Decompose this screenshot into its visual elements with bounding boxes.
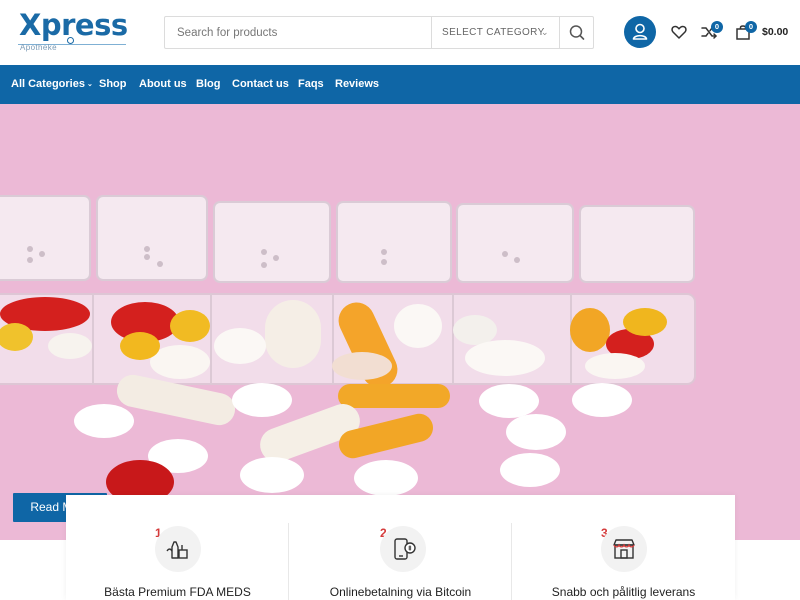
feature-icon-circle — [380, 526, 426, 572]
nav-blog[interactable]: Blog — [196, 65, 220, 104]
nav-shop[interactable]: Shop — [99, 65, 127, 104]
feature-icon-circle — [601, 526, 647, 572]
nav-about-us[interactable]: About us — [139, 65, 187, 104]
feature-item: 3. Snabb och pålitlig leverans — [512, 495, 735, 600]
bottles-icon — [166, 541, 188, 559]
category-select[interactable]: SELECT CATEGORY ⌄ — [431, 17, 559, 48]
logo-subtitle: Apotheke — [20, 43, 58, 52]
search-bar: SELECT CATEGORY ⌄ — [164, 16, 594, 49]
wishlist-button[interactable] — [669, 22, 689, 42]
logo-text: Xpress — [19, 8, 128, 42]
nav-all-categories[interactable]: All Categories ⌄ — [11, 65, 93, 104]
hero-image — [0, 104, 800, 540]
feature-item: 1. Bästa Premium FDA MEDS — [66, 495, 289, 600]
cart-total[interactable]: $0.00 — [762, 26, 788, 38]
compare-count-badge: 0 — [711, 21, 723, 33]
user-icon — [632, 23, 648, 40]
nav-reviews[interactable]: Reviews — [335, 65, 379, 104]
logo[interactable]: Xpress Apotheke — [18, 8, 128, 52]
hero-banner: Read More — [0, 104, 800, 540]
feature-title: Bästa Premium FDA MEDS — [104, 585, 251, 599]
search-input[interactable] — [165, 17, 431, 48]
logo-plus-icon — [67, 37, 74, 44]
feature-title: Snabb och pålitlig leverans — [551, 585, 696, 599]
heart-icon — [671, 25, 687, 39]
chevron-down-icon: ⌄ — [541, 27, 549, 37]
nav-faqs[interactable]: Faqs — [298, 65, 324, 104]
cart-count-badge: 0 — [745, 21, 757, 33]
nav-contact-us[interactable]: Contact us — [232, 65, 289, 104]
account-button[interactable] — [624, 16, 656, 48]
feature-icon-circle — [155, 526, 201, 572]
category-select-label: SELECT CATEGORY — [442, 27, 545, 38]
features-card: 1. Bästa Premium FDA MEDS 2. Onlinebetal… — [66, 495, 735, 600]
search-icon — [569, 25, 585, 40]
mobile-payment-icon — [394, 538, 416, 560]
chevron-down-icon: ⌄ — [86, 81, 93, 88]
search-button[interactable] — [559, 17, 593, 48]
feature-item: 2. Onlinebetalning via Bitcoin — [289, 495, 512, 600]
feature-title: Onlinebetalning via Bitcoin — [329, 585, 472, 599]
site-header: Xpress Apotheke SELECT CATEGORY ⌄ — [0, 0, 800, 65]
main-nav: All Categories ⌄ Shop About us Blog Conta… — [0, 65, 800, 104]
storefront-icon — [613, 539, 635, 559]
